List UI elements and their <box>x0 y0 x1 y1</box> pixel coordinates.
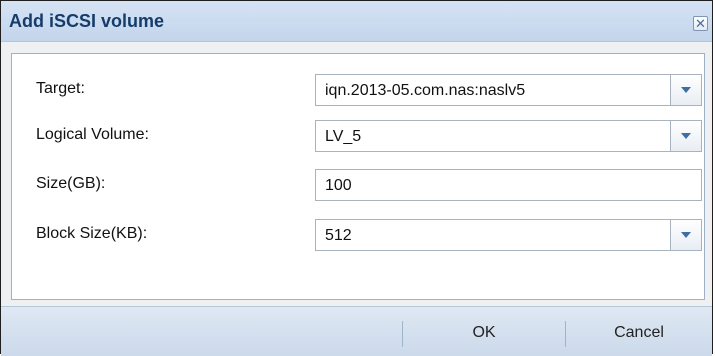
dialog-titlebar[interactable]: Add iSCSI volume ✕ <box>1 1 712 42</box>
logical-volume-value: LV_5 <box>325 128 362 145</box>
target-label: Target: <box>36 80 85 97</box>
cancel-button[interactable]: Cancel <box>566 317 712 349</box>
size-row: Size(GB): 100 <box>12 169 704 201</box>
block-size-row: Block Size(KB): 512 <box>12 219 704 251</box>
target-select[interactable]: iqn.2013-05.com.nas:naslv5 <box>315 74 702 106</box>
form-panel: Target: iqn.2013-05.com.nas:naslv5 Logic… <box>11 53 705 300</box>
block-size-label: Block Size(KB): <box>36 225 148 242</box>
logical-volume-row: Logical Volume: LV_5 <box>12 120 704 152</box>
size-label: Size(GB): <box>36 175 106 192</box>
size-input[interactable]: 100 <box>315 169 702 201</box>
block-size-select[interactable]: 512 <box>315 219 702 251</box>
chevron-down-icon[interactable] <box>670 75 701 105</box>
dialog-title: Add iSCSI volume <box>9 11 165 31</box>
target-row: Target: iqn.2013-05.com.nas:naslv5 <box>12 74 704 106</box>
target-value: iqn.2013-05.com.nas:naslv5 <box>325 82 526 99</box>
logical-volume-select[interactable]: LV_5 <box>315 120 702 152</box>
size-value: 100 <box>325 177 352 194</box>
add-iscsi-volume-dialog: Add iSCSI volume ✕ Target: iqn.2013-05.c… <box>0 0 713 356</box>
chevron-down-icon[interactable] <box>670 220 701 250</box>
close-icon[interactable]: ✕ <box>693 16 708 31</box>
dialog-footer: OK Cancel <box>1 306 712 356</box>
block-size-value: 512 <box>325 227 352 244</box>
ok-button[interactable]: OK <box>403 317 565 349</box>
chevron-down-icon[interactable] <box>670 121 701 151</box>
logical-volume-label: Logical Volume: <box>36 126 149 143</box>
